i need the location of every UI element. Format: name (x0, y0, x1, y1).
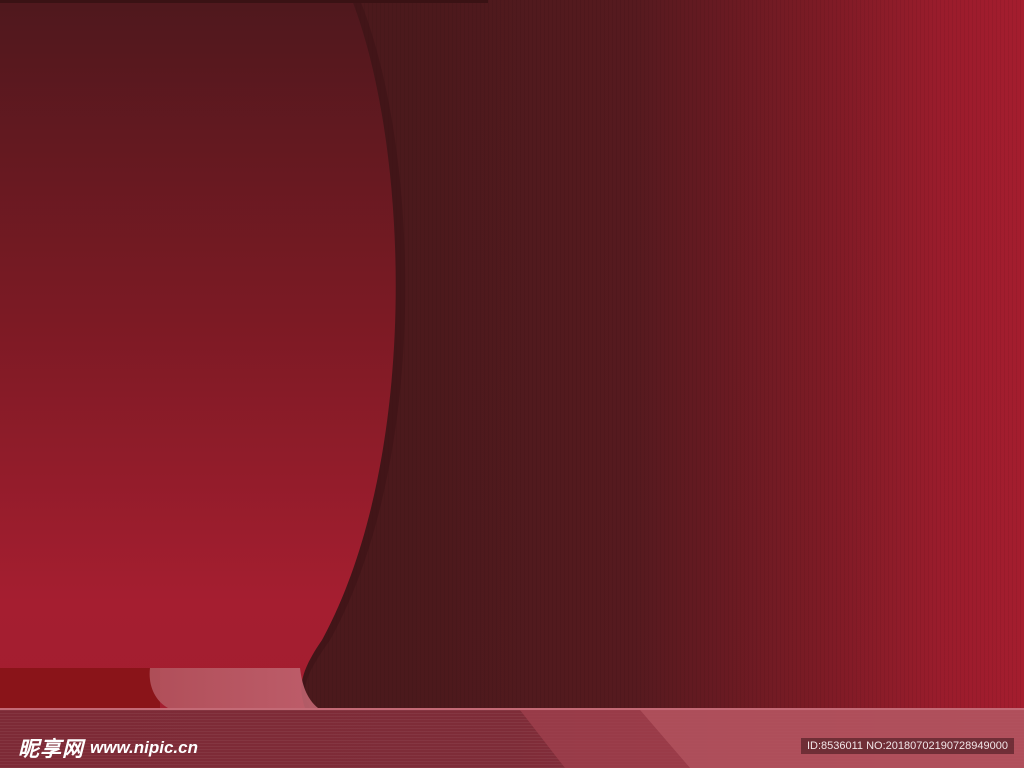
watermark-logo: 昵享网 (18, 737, 84, 761)
curved-red-panel (0, 0, 406, 708)
top-edge-line (0, 0, 488, 3)
watermark-url: www.nipic.cn (90, 738, 198, 757)
background-stage: 昵享网 www.nipic.cn ID:8536011 NO:201807021… (0, 0, 1024, 768)
image-id-badge: ID:8536011 NO:20180702190728949000 (800, 738, 1014, 754)
site-watermark: 昵享网 www.nipic.cn (18, 735, 198, 761)
